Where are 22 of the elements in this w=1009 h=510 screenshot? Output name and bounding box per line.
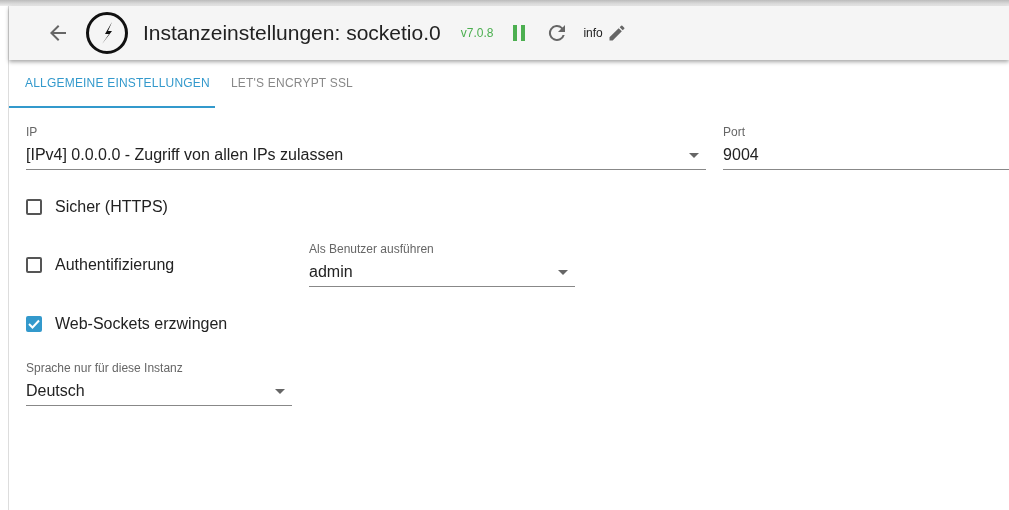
dropdown-caret-icon <box>275 388 285 394</box>
info-link[interactable]: info <box>583 26 603 40</box>
ip-select[interactable]: [IPv4] 0.0.0.0 - Zugriff von allen IPs zulassen <box>26 141 707 169</box>
checkbox[interactable] <box>26 256 42 273</box>
port-input[interactable]: 9004 <box>723 141 1009 169</box>
lightning-logo-icon <box>85 11 129 55</box>
checkbox[interactable] <box>26 199 42 215</box>
window-title: Instanzeinstellungen: socketio.0 <box>143 21 441 45</box>
language-select[interactable]: Deutsch <box>26 377 292 405</box>
field-label: IP <box>26 125 39 141</box>
checkbox-label: Authentifizierung <box>55 255 175 274</box>
dropdown-caret-icon <box>558 269 568 275</box>
checkbox-label: Sicher (HTTPS) <box>55 198 168 216</box>
checkbox-label: Web-Sockets erzwingen <box>55 315 228 333</box>
user-select[interactable]: admin <box>309 258 575 286</box>
tab[interactable]: LET'S ENCRYPT SSL <box>215 60 369 108</box>
field-label: Sprache nur für diese Instanz <box>26 361 184 377</box>
version-label: v7.0.8 <box>460 26 494 40</box>
checkbox[interactable] <box>26 316 42 332</box>
dropdown-caret-icon <box>689 152 700 158</box>
field-label: Port <box>723 125 747 141</box>
field-label: Als Benutzer ausführen <box>309 242 435 258</box>
